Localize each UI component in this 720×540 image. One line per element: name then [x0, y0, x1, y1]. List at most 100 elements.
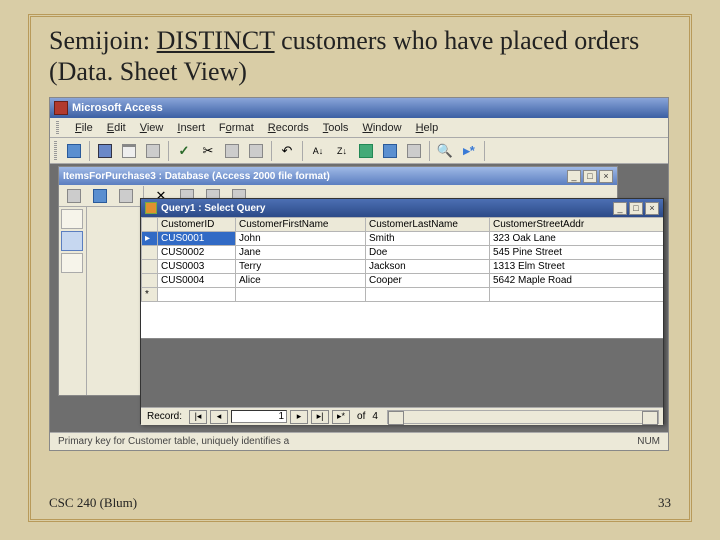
- cell[interactable]: CUS0002: [158, 246, 236, 260]
- toolbar: ✓ ✂ ↶ A↓ Z↓ 🔍 ▸*: [50, 138, 668, 164]
- db-design-button[interactable]: [89, 185, 111, 207]
- cell[interactable]: Jackson: [366, 260, 490, 274]
- title-underlined: DISTINCT: [157, 26, 275, 55]
- preview-button[interactable]: [142, 140, 164, 162]
- minimize-button[interactable]: _: [613, 202, 627, 215]
- horizontal-scrollbar[interactable]: [387, 410, 659, 424]
- sort-desc-button[interactable]: Z↓: [331, 140, 353, 162]
- col-header-street[interactable]: CustomerStreetAddr: [490, 218, 664, 232]
- undo-button[interactable]: ↶: [276, 140, 298, 162]
- cell[interactable]: Doe: [366, 246, 490, 260]
- cell[interactable]: Smith: [366, 232, 490, 246]
- datasheet-grid[interactable]: CustomerID CustomerFirstName CustomerLas…: [141, 217, 663, 339]
- first-record-button[interactable]: |◂: [189, 410, 207, 424]
- cell[interactable]: 1313 Elm Street: [490, 260, 664, 274]
- row-selector-icon[interactable]: ▸: [142, 232, 158, 246]
- spell-button[interactable]: ✓: [173, 140, 195, 162]
- cell[interactable]: 545 Pine Street: [490, 246, 664, 260]
- new-record-button[interactable]: ▸*: [332, 410, 350, 424]
- database-window-controls: _ □ ×: [567, 170, 613, 183]
- row-selector[interactable]: [142, 260, 158, 274]
- cell[interactable]: 323 Oak Lane: [490, 232, 664, 246]
- datasheet-table[interactable]: CustomerID CustomerFirstName CustomerLas…: [141, 217, 663, 302]
- filter-selection-button[interactable]: [355, 140, 377, 162]
- menu-edit[interactable]: Edit: [107, 122, 126, 134]
- close-button[interactable]: ×: [599, 170, 613, 183]
- current-record-input[interactable]: [231, 410, 287, 423]
- filter-form-button[interactable]: [379, 140, 401, 162]
- datasheet-empty-area: [141, 339, 663, 407]
- menu-tools[interactable]: Tools: [323, 122, 349, 134]
- cell[interactable]: Alice: [236, 274, 366, 288]
- next-record-button[interactable]: ▸: [290, 410, 308, 424]
- cell[interactable]: John: [236, 232, 366, 246]
- db-objects-forms-icon[interactable]: [61, 253, 83, 273]
- table-row[interactable]: CUS0002 Jane Doe 545 Pine Street: [142, 246, 664, 260]
- cell[interactable]: [158, 288, 236, 302]
- col-header-lastname[interactable]: CustomerLastName: [366, 218, 490, 232]
- cell[interactable]: [236, 288, 366, 302]
- query-window-title: Query1 : Select Query: [161, 203, 266, 214]
- footer-right: 33: [658, 495, 671, 511]
- cell[interactable]: 5642 Maple Road: [490, 274, 664, 288]
- table-row[interactable]: ▸ CUS0001 John Smith 323 Oak Lane: [142, 232, 664, 246]
- sort-asc-button[interactable]: A↓: [307, 140, 329, 162]
- maximize-button[interactable]: □: [583, 170, 597, 183]
- status-text: Primary key for Customer table, uniquely…: [58, 436, 289, 447]
- query-window[interactable]: Query1 : Select Query _ □ × Cust: [140, 198, 664, 424]
- table-row[interactable]: CUS0003 Terry Jackson 1313 Elm Street: [142, 260, 664, 274]
- db-open-button[interactable]: [63, 185, 85, 207]
- menu-format[interactable]: Format: [219, 122, 254, 134]
- new-record-row[interactable]: [142, 288, 664, 302]
- menu-file[interactable]: File: [75, 122, 93, 134]
- slide-title-area: Semijoin: DISTINCT customers who have pl…: [31, 17, 689, 93]
- minimize-button[interactable]: _: [567, 170, 581, 183]
- find-button[interactable]: 🔍: [434, 140, 456, 162]
- col-header-customerid[interactable]: CustomerID: [158, 218, 236, 232]
- col-header-firstname[interactable]: CustomerFirstName: [236, 218, 366, 232]
- maximize-button[interactable]: □: [629, 202, 643, 215]
- menu-help[interactable]: Help: [416, 122, 439, 134]
- cell[interactable]: CUS0003: [158, 260, 236, 274]
- new-record-icon[interactable]: [142, 288, 158, 302]
- toolbar-grip-icon: [54, 141, 57, 161]
- new-record-button[interactable]: ▸*: [458, 140, 480, 162]
- cell[interactable]: Cooper: [366, 274, 490, 288]
- view-button[interactable]: [63, 140, 85, 162]
- paste-button[interactable]: [245, 140, 267, 162]
- recnav-label: Record:: [145, 411, 186, 422]
- query-window-titlebar[interactable]: Query1 : Select Query _ □ ×: [141, 199, 663, 217]
- print-button[interactable]: [118, 140, 140, 162]
- database-window-title: ItemsForPurchase3 : Database (Access 200…: [63, 171, 330, 182]
- row-selector-header[interactable]: [142, 218, 158, 232]
- cell[interactable]: Jane: [236, 246, 366, 260]
- table-row[interactable]: CUS0004 Alice Cooper 5642 Maple Road: [142, 274, 664, 288]
- record-navigator: Record: |◂ ◂ ▸ ▸| ▸* of 4: [141, 407, 663, 425]
- row-selector[interactable]: [142, 246, 158, 260]
- row-selector[interactable]: [142, 274, 158, 288]
- cut-button[interactable]: ✂: [197, 140, 219, 162]
- save-button[interactable]: [94, 140, 116, 162]
- database-window-titlebar[interactable]: ItemsForPurchase3 : Database (Access 200…: [59, 167, 617, 185]
- db-objects-queries-icon[interactable]: [61, 231, 83, 251]
- db-objects-tables-icon[interactable]: [61, 209, 83, 229]
- close-button[interactable]: ×: [645, 202, 659, 215]
- cell[interactable]: [366, 288, 490, 302]
- cell[interactable]: CUS0001: [158, 232, 236, 246]
- menu-insert[interactable]: Insert: [177, 122, 205, 134]
- menu-view[interactable]: View: [140, 122, 164, 134]
- status-indicator-num: NUM: [637, 436, 660, 447]
- query-icon: [145, 202, 157, 214]
- prev-record-button[interactable]: ◂: [210, 410, 228, 424]
- menu-records[interactable]: Records: [268, 122, 309, 134]
- copy-button[interactable]: [221, 140, 243, 162]
- menu-window[interactable]: Window: [362, 122, 401, 134]
- cell[interactable]: [490, 288, 664, 302]
- cell[interactable]: CUS0004: [158, 274, 236, 288]
- last-record-button[interactable]: ▸|: [311, 410, 329, 424]
- access-titlebar: Microsoft Access: [50, 98, 668, 118]
- db-new-button[interactable]: [115, 185, 137, 207]
- menubar-grip-icon: [56, 121, 59, 135]
- cell[interactable]: Terry: [236, 260, 366, 274]
- apply-filter-button[interactable]: [403, 140, 425, 162]
